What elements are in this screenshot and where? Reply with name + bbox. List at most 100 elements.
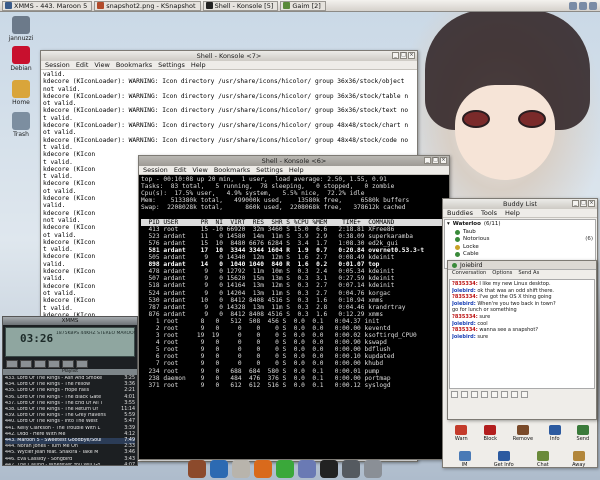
menu-edit[interactable]: Edit <box>174 166 187 174</box>
minimize-icon[interactable]: _ <box>392 52 399 59</box>
tray-icon[interactable] <box>569 1 577 10</box>
chat-tab[interactable]: Joiebird <box>448 261 596 270</box>
block-button[interactable]: Block <box>483 425 497 442</box>
dock-app-icon[interactable] <box>254 460 272 478</box>
buddy-group[interactable]: ▾ Waterloo (6/11) <box>447 221 593 229</box>
dock-app-icon[interactable] <box>188 460 206 478</box>
remove-button[interactable]: Remove <box>513 425 533 442</box>
konsole6-terminal[interactable]: top - 00:10:08 up 20 min, 1 user, load a… <box>139 175 449 459</box>
tray-icon[interactable] <box>579 1 587 10</box>
terminal-line: kdecore (KIconLoader): WARNING: Icon dir… <box>43 107 409 115</box>
process-row: 523 ardant 11 0 14580 14m 11m S 3.9 2.9 … <box>141 232 413 240</box>
buddy-item[interactable]: Notorious (6) <box>447 236 593 244</box>
color-icon[interactable] <box>491 391 498 398</box>
buddy-menubar: Buddies Tools Help <box>443 209 597 218</box>
bold-icon[interactable] <box>451 391 458 398</box>
menu-settings[interactable]: Settings <box>158 61 185 69</box>
desktop-icon-trash[interactable]: Trash <box>6 112 36 138</box>
menu-view[interactable]: View <box>192 166 207 174</box>
away-button[interactable]: Away <box>572 451 585 468</box>
info-button[interactable]: Info <box>548 425 561 442</box>
menu-conversation[interactable]: Conversation <box>452 270 486 278</box>
konsole6-titlebar[interactable]: Shell - Konsole <6> _ □ × <box>139 156 449 166</box>
close-icon[interactable]: × <box>588 200 595 207</box>
stop-icon[interactable] <box>48 360 60 368</box>
menu-session[interactable]: Session <box>143 166 168 174</box>
window-title: Buddy List <box>502 200 538 208</box>
pause-icon[interactable] <box>34 360 46 368</box>
get-info-button[interactable]: Get Info <box>494 451 514 468</box>
terminal-line: kdecore (KIconLoader): WARNING: Icon dir… <box>43 92 409 100</box>
message-sender: ?835334: <box>452 294 478 301</box>
menu-bookmarks[interactable]: Bookmarks <box>214 166 250 174</box>
dock-app-icon[interactable] <box>298 460 316 478</box>
message-sender: Joiebird: <box>452 287 476 294</box>
process-row: 6 root 9 0 0 0 0 S 0.0 0.0 0:00.10 kupda… <box>141 353 395 361</box>
desktop-icon-debian[interactable]: Debian <box>6 46 36 72</box>
playlist-item[interactable]: 447. The Calling - Wherever You Will Go 4… <box>5 463 135 465</box>
maximize-icon[interactable]: □ <box>580 200 587 207</box>
konsole7-titlebar[interactable]: Shell - Konsole <7> _ □ × <box>41 51 417 61</box>
menu-send-as[interactable]: Send As <box>518 270 539 278</box>
desktop-icon-user[interactable]: jannuzzi <box>6 16 36 42</box>
maximize-icon[interactable]: □ <box>400 52 407 59</box>
taskbar-item-xmms[interactable]: XMMS - 443. Maroon 5 <box>2 0 93 11</box>
send-button[interactable]: Send <box>577 425 589 442</box>
menu-session[interactable]: Session <box>45 61 70 69</box>
menu-help[interactable]: Help <box>289 166 304 174</box>
process-row: 234 root 9 0 688 684 580 S 0.0 0.1 0:00.… <box>141 367 380 375</box>
dock-app-icon[interactable] <box>232 460 250 478</box>
dock-app-icon[interactable] <box>276 460 294 478</box>
xmms-titlebar[interactable]: XMMS <box>3 317 137 325</box>
close-icon[interactable]: × <box>440 157 447 164</box>
close-icon[interactable]: × <box>408 52 415 59</box>
eject-icon[interactable] <box>76 360 88 368</box>
smiley-icon[interactable] <box>521 391 528 398</box>
font-icon[interactable] <box>481 391 488 398</box>
dock-app-icon[interactable] <box>210 460 228 478</box>
process-row: 581 ardant 17 10 3344 3344 1604 R 1.9 0.… <box>141 246 425 254</box>
taskbar-item-konsole[interactable]: Shell - Konsole [5] <box>202 0 279 11</box>
menu-edit[interactable]: Edit <box>76 61 89 69</box>
menu-buddies[interactable]: Buddies <box>447 209 473 217</box>
image-icon[interactable] <box>511 391 518 398</box>
italic-icon[interactable] <box>461 391 468 398</box>
tray-icon[interactable] <box>589 1 597 10</box>
menu-bookmarks[interactable]: Bookmarks <box>116 61 152 69</box>
buddy-list-titlebar[interactable]: Buddy List _ □ × <box>443 199 597 209</box>
process-row: 876 ardant 9 0 8412 8408 4516 S 0.3 1.6 … <box>141 310 384 318</box>
process-row: 478 ardant 9 0 12792 11m 10m S 0.3 2.4 0… <box>141 268 395 276</box>
dock-app-icon[interactable] <box>364 460 382 478</box>
taskbar-item-ksnapshot[interactable]: snapshot2.png - KSnapshot <box>94 0 201 11</box>
underline-icon[interactable] <box>471 391 478 398</box>
dock-app-icon[interactable] <box>342 460 360 478</box>
link-icon[interactable] <box>501 391 508 398</box>
process-row: 530 ardant 10 0 8412 8408 4516 S 0.3 1.6… <box>141 296 384 304</box>
menu-tools[interactable]: Tools <box>481 209 497 217</box>
menu-view[interactable]: View <box>94 61 109 69</box>
play-icon[interactable] <box>20 360 32 368</box>
buddy-item[interactable]: Locke <box>447 244 593 252</box>
konsole6-menubar: Session Edit View Bookmarks Settings Hel… <box>139 166 449 175</box>
chat-log[interactable]: ?835334: I like my new Linux desktop. Joi… <box>449 279 595 389</box>
menu-options[interactable]: Options <box>492 270 512 278</box>
task-label: XMMS - 443. Maroon 5 <box>14 1 88 10</box>
menu-help[interactable]: Help <box>191 61 206 69</box>
minimize-icon[interactable]: _ <box>424 157 431 164</box>
warn-button[interactable]: Warn <box>455 425 468 442</box>
desktop-icon-home[interactable]: Home <box>6 80 36 106</box>
process-row: 1 root 8 0 512 508 456 S 0.0 0.1 0:04.37… <box>141 317 380 325</box>
maximize-icon[interactable]: □ <box>432 157 439 164</box>
buddy-item[interactable]: Taub <box>447 229 593 237</box>
chat-button[interactable]: Chat <box>536 451 549 468</box>
top-summary-line: Cpu(s): 17.5% user, 4.9% system, 5.5% ni… <box>141 190 365 198</box>
menu-help[interactable]: Help <box>505 209 520 217</box>
taskbar-item-gaim[interactable]: Gaim [2] <box>280 0 326 11</box>
im-button[interactable]: IM <box>458 451 471 468</box>
previous-icon[interactable] <box>6 360 18 368</box>
buddy-item[interactable]: Cable <box>447 251 593 259</box>
next-icon[interactable] <box>62 360 74 368</box>
dock-app-icon[interactable] <box>320 460 338 478</box>
minimize-icon[interactable]: _ <box>572 200 579 207</box>
menu-settings[interactable]: Settings <box>256 166 283 174</box>
